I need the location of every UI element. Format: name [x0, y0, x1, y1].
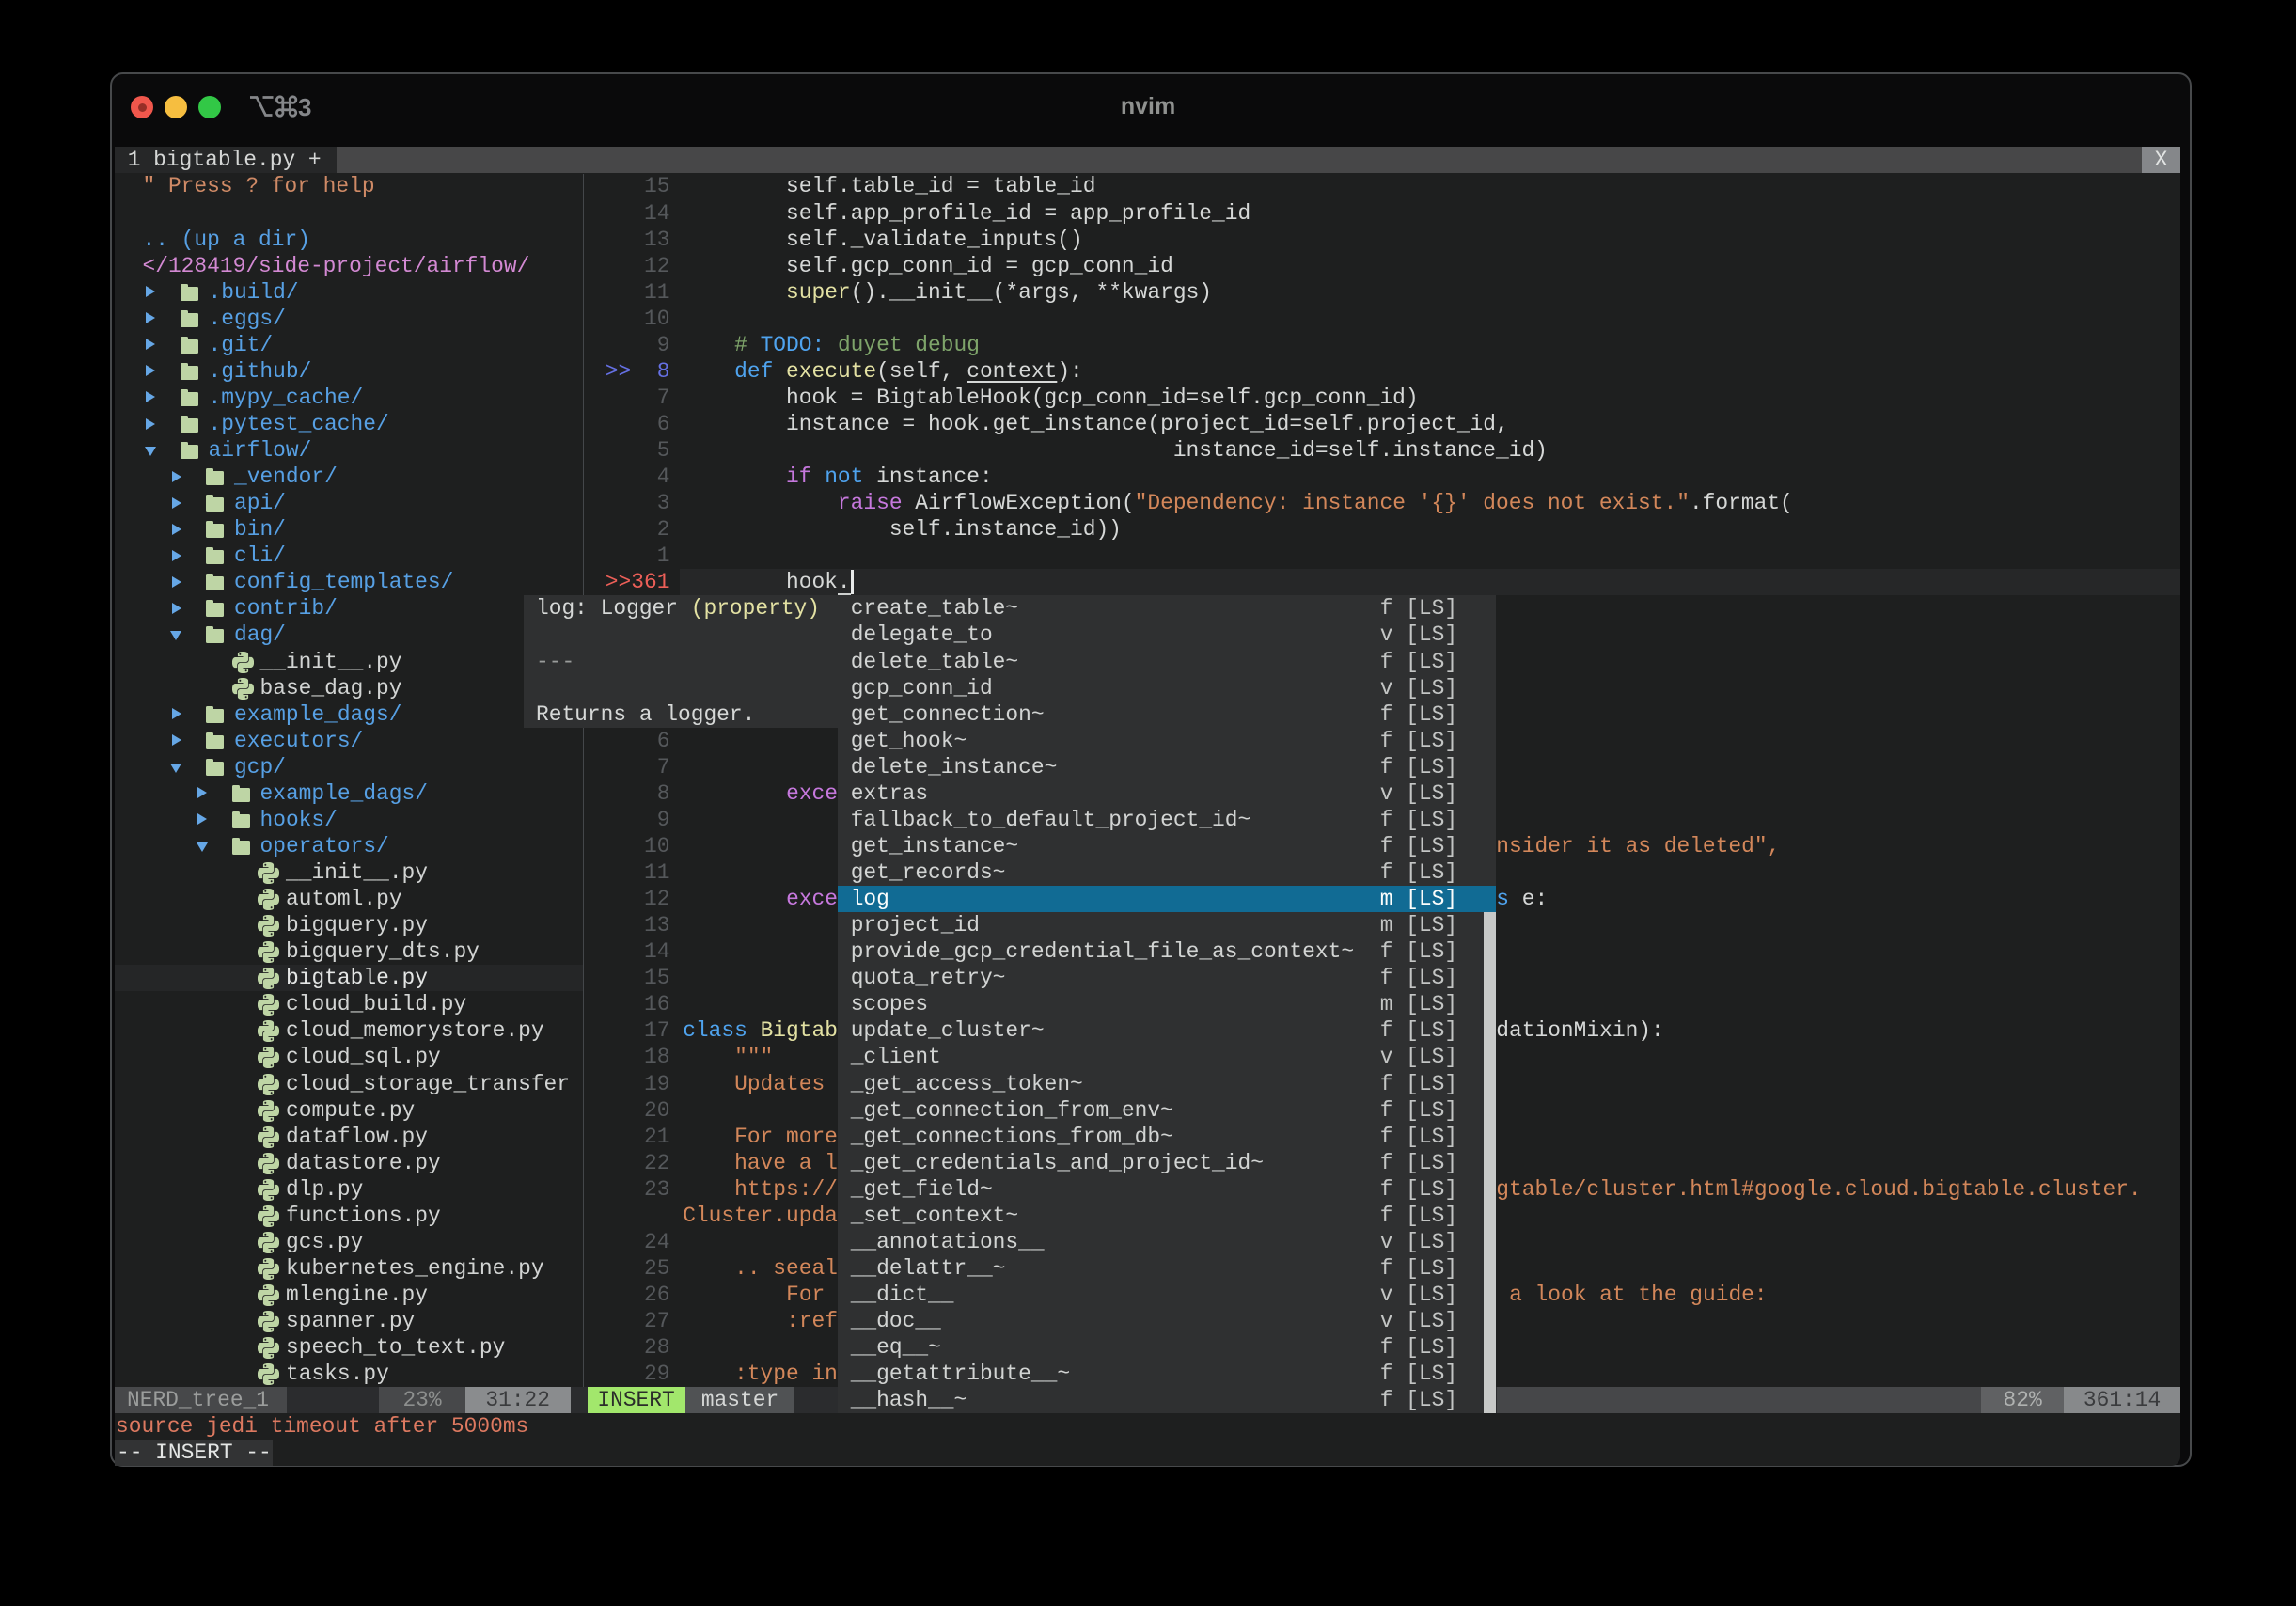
svg-text:3: 3 [298, 93, 311, 121]
